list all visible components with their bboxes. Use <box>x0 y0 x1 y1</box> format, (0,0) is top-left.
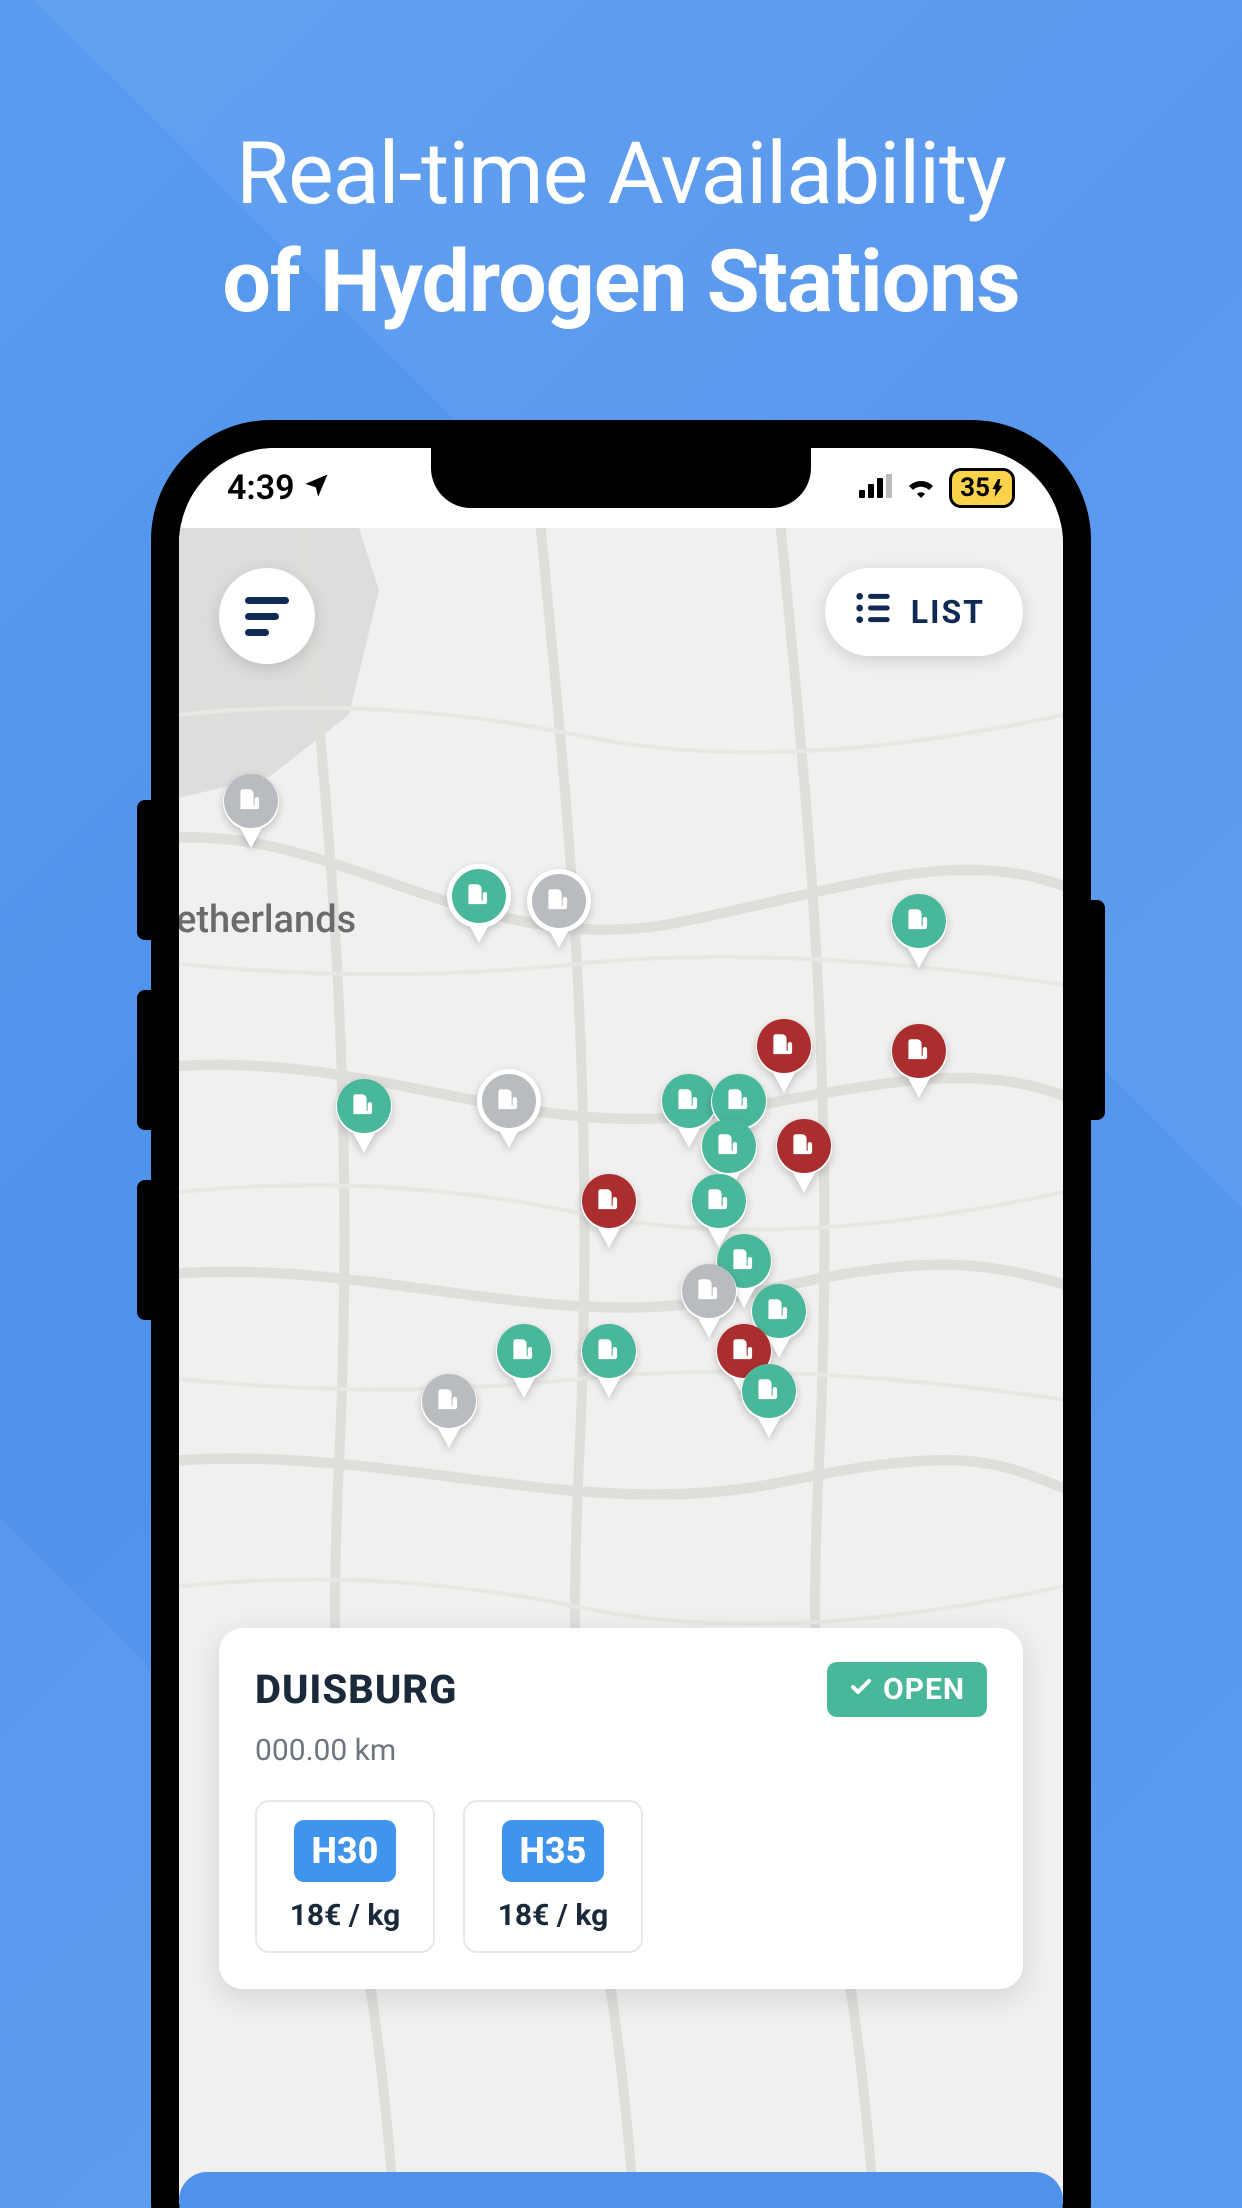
station-marker[interactable] <box>576 1318 642 1398</box>
station-status-label: OPEN <box>883 1672 965 1707</box>
filter-icon <box>245 597 289 636</box>
bottom-sheet-peek[interactable] <box>179 2172 1063 2208</box>
phone-notch <box>431 448 811 508</box>
station-marker[interactable] <box>886 888 952 968</box>
check-icon <box>849 1672 873 1707</box>
fuel-code-chip: H30 <box>294 1820 397 1882</box>
promo-line1: Real-time Availability <box>0 120 1242 228</box>
station-marker[interactable] <box>771 1113 837 1193</box>
station-distance: 000.00 km <box>255 1733 987 1768</box>
menu-button[interactable] <box>219 568 315 664</box>
list-icon <box>853 588 893 636</box>
map-view[interactable]: Netherlands LIST <box>179 528 1063 2208</box>
station-title: DUISBURG <box>255 1666 457 1713</box>
fuel-option[interactable]: H30 18€ / kg <box>255 1800 435 1953</box>
battery-percent: 35 <box>960 473 990 503</box>
fuel-price: 18€ / kg <box>491 1898 615 1933</box>
station-marker[interactable] <box>886 1018 952 1098</box>
phone-mockup: 4:39 35 <box>151 420 1091 2208</box>
list-view-button[interactable]: LIST <box>825 568 1023 656</box>
phone-screen: 4:39 35 <box>179 448 1063 2208</box>
station-marker[interactable] <box>446 863 512 943</box>
station-card[interactable]: DUISBURG OPEN 000.00 km H30 18€ / kg H35 18… <box>219 1628 1023 1989</box>
status-right: 35 <box>859 468 1015 508</box>
fuel-price: 18€ / kg <box>283 1898 407 1933</box>
battery-indicator: 35 <box>949 468 1015 508</box>
promo-headline: Real-time Availability of Hydrogen Stati… <box>0 0 1242 335</box>
station-marker[interactable] <box>416 1368 482 1448</box>
station-marker[interactable] <box>491 1318 557 1398</box>
wifi-icon <box>905 474 937 502</box>
station-marker[interactable] <box>331 1073 397 1153</box>
map-region-label: Netherlands <box>179 898 356 942</box>
station-marker[interactable] <box>736 1358 802 1438</box>
station-marker[interactable] <box>526 868 592 948</box>
status-left: 4:39 <box>227 468 331 508</box>
status-time: 4:39 <box>227 468 295 508</box>
list-button-label: LIST <box>911 593 985 631</box>
station-marker[interactable] <box>218 768 284 848</box>
station-marker[interactable] <box>476 1068 542 1148</box>
station-marker[interactable] <box>576 1168 642 1248</box>
promo-line2: of Hydrogen Stations <box>0 228 1242 336</box>
fuel-options-row: H30 18€ / kg H35 18€ / kg <box>255 1800 987 1953</box>
fuel-option[interactable]: H35 18€ / kg <box>463 1800 643 1953</box>
station-status-badge: OPEN <box>827 1662 987 1717</box>
station-marker[interactable] <box>751 1013 817 1093</box>
location-arrow-icon <box>303 468 331 508</box>
fuel-code-chip: H35 <box>502 1820 605 1882</box>
cellular-signal-icon <box>859 474 893 502</box>
